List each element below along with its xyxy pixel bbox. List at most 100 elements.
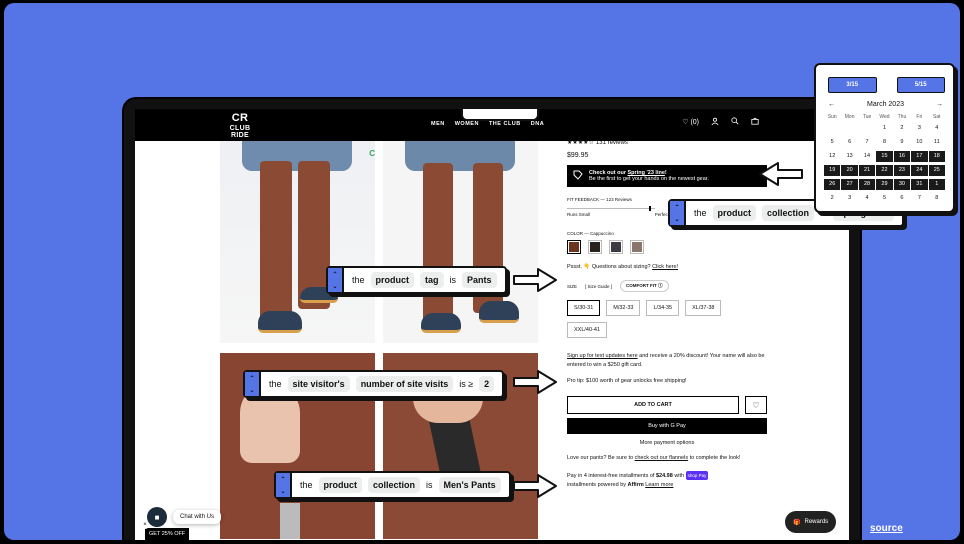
calendar-day[interactable]: 4: [859, 193, 875, 204]
calendar-day[interactable]: 5: [824, 137, 840, 148]
discount-chip[interactable]: GET 25% OFF: [145, 528, 190, 540]
condition-entity[interactable]: product: [370, 272, 415, 288]
calendar-day[interactable]: 23: [893, 165, 911, 176]
calendar-day[interactable]: 4: [929, 123, 945, 134]
calendar-day[interactable]: 30: [893, 179, 911, 190]
user-icon[interactable]: [711, 117, 719, 127]
reorder-handle[interactable]: ⌃ ⌄: [328, 268, 344, 292]
calendar-day[interactable]: 12: [824, 151, 840, 162]
calendar-day[interactable]: 31: [911, 179, 928, 190]
calendar-day[interactable]: 6: [894, 193, 910, 204]
calendar-day[interactable]: 16: [893, 151, 911, 162]
calendar-day[interactable]: 1: [876, 123, 892, 134]
wishlist-button[interactable]: ♡: [745, 396, 767, 414]
condition-tag-collection-mens[interactable]: ⌃ ⌄ the product collection is Men's Pants: [274, 471, 511, 499]
search-icon[interactable]: [731, 117, 739, 127]
condition-entity[interactable]: product: [712, 205, 757, 221]
reorder-handle[interactable]: ⌃ ⌄: [276, 473, 292, 497]
flannels-link[interactable]: check out our flannels: [635, 455, 689, 461]
nav-men[interactable]: MEN: [431, 121, 445, 127]
swatch-black[interactable]: [588, 240, 602, 254]
comfort-fit-pill[interactable]: COMFORT FIT ⓘ: [620, 280, 669, 292]
calendar-day[interactable]: 20: [841, 165, 858, 176]
calendar-day[interactable]: 3: [911, 123, 927, 134]
condition-attribute[interactable]: collection: [368, 477, 421, 493]
prev-month-arrow-icon[interactable]: ←: [828, 101, 835, 108]
calendar-day[interactable]: 2: [894, 123, 910, 134]
calendar-day[interactable]: 25: [928, 165, 945, 176]
calendar-day[interactable]: 6: [841, 137, 857, 148]
rating-row[interactable]: ★★★★☆ 131 reviews: [567, 139, 767, 147]
condition-attribute[interactable]: tag: [420, 272, 444, 288]
calendar-day[interactable]: 7: [911, 193, 927, 204]
calendar-day[interactable]: 15: [876, 151, 893, 162]
calendar-day[interactable]: 11: [929, 137, 945, 148]
product-photo-side[interactable]: [383, 141, 538, 343]
nav-women[interactable]: WOMEN: [455, 121, 479, 127]
wishlist-link[interactable]: ♡ (0): [682, 118, 699, 126]
calendar-day[interactable]: 28: [858, 179, 876, 190]
condition-attribute[interactable]: number of site visits: [355, 376, 454, 392]
sizing-help-link[interactable]: Click here!: [652, 264, 678, 270]
calendar-day[interactable]: 13: [841, 151, 857, 162]
swatch-charcoal[interactable]: [609, 240, 623, 254]
size-option[interactable]: XL/37-38: [685, 300, 722, 316]
condition-value[interactable]: Pants: [462, 272, 497, 288]
condition-value[interactable]: Men's Pants: [438, 477, 501, 493]
nav-dna[interactable]: DNA: [531, 121, 544, 127]
calendar-day[interactable]: 5: [876, 193, 892, 204]
calendar-day[interactable]: 19: [824, 165, 841, 176]
product-photo-front[interactable]: CR: [220, 141, 375, 343]
cart-icon[interactable]: [751, 117, 759, 127]
calendar-day[interactable]: 29: [876, 179, 893, 190]
calendar-day[interactable]: 14: [859, 151, 875, 162]
calendar-day[interactable]: 21: [858, 165, 876, 176]
size-guide-link[interactable]: [ Size Guide ]: [585, 284, 612, 289]
reorder-handle[interactable]: ⌃ ⌄: [670, 201, 686, 225]
swatch-cappuccino[interactable]: [567, 240, 581, 254]
spring-promo-banner[interactable]: Check out our Spring '23 line! Be the fi…: [567, 165, 767, 187]
size-option[interactable]: M/32-33: [606, 300, 641, 316]
condition-tag-site-visits[interactable]: ⌃ ⌄ the site visitor's number of site vis…: [243, 370, 505, 398]
calendar-day[interactable]: 17: [911, 151, 928, 162]
nav-the-club[interactable]: THE CLUB: [489, 121, 521, 127]
condition-tag-product-tag[interactable]: ⌃ ⌄ the product tag is Pants: [326, 266, 507, 294]
reorder-handle[interactable]: ⌃ ⌄: [245, 372, 261, 396]
text-signup-link[interactable]: Sign up for text updates here: [567, 353, 638, 359]
calendar-day[interactable]: 8: [876, 137, 892, 148]
calendar-day[interactable]: 1: [928, 179, 945, 190]
learn-more-link[interactable]: Learn more: [645, 482, 673, 488]
next-month-arrow-icon[interactable]: →: [936, 101, 943, 108]
more-payment-options-link[interactable]: More payment options: [567, 440, 767, 446]
calendar-day[interactable]: 22: [876, 165, 893, 176]
condition-entity[interactable]: product: [318, 477, 363, 493]
size-option[interactable]: S/30-31: [567, 300, 601, 316]
end-date-input[interactable]: 5/15: [896, 77, 945, 93]
swatch-taupe[interactable]: [630, 240, 644, 254]
chat-bubble-icon[interactable]: ■: [147, 507, 167, 527]
size-option[interactable]: L/34-35: [646, 300, 680, 316]
calendar-day[interactable]: 26: [824, 179, 841, 190]
calendar-day[interactable]: 2: [824, 193, 840, 204]
calendar-day[interactable]: 3: [841, 193, 857, 204]
condition-attribute[interactable]: collection: [762, 205, 815, 221]
calendar-day[interactable]: 18: [928, 151, 945, 162]
calendar-day[interactable]: 27: [841, 179, 858, 190]
chat-widget[interactable]: ■ Chat with Us: [147, 507, 222, 527]
condition-value[interactable]: 2: [479, 376, 495, 392]
start-date-input[interactable]: 3/15: [828, 77, 877, 93]
source-link[interactable]: source: [870, 523, 903, 534]
calendar-day[interactable]: 10: [911, 137, 927, 148]
condition-entity[interactable]: site visitor's: [287, 376, 350, 392]
add-to-cart-button[interactable]: ADD TO CART: [567, 396, 739, 414]
google-pay-button[interactable]: Buy with G Pay: [567, 418, 767, 434]
chat-label[interactable]: Chat with Us: [173, 510, 222, 524]
close-icon[interactable]: ×: [141, 521, 149, 529]
calendar-day[interactable]: 7: [859, 137, 875, 148]
calendar-day[interactable]: 9: [894, 137, 910, 148]
calendar-day[interactable]: 24: [911, 165, 928, 176]
site-logo[interactable]: CR CLUB RIDE: [220, 113, 260, 140]
size-option[interactable]: XXL/40-41: [567, 322, 607, 338]
calendar-day[interactable]: 8: [929, 193, 945, 204]
rewards-button[interactable]: 🎁 Rewards: [785, 511, 837, 533]
